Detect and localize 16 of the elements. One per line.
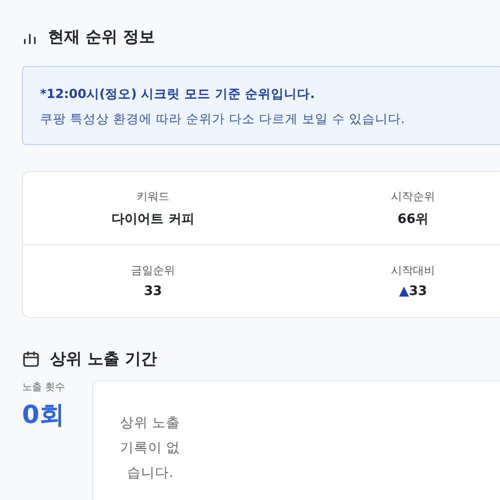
stat-value: ▲33 (398, 284, 428, 299)
stat-label: 시작대비 (391, 263, 435, 278)
stat-value: 66위 (397, 210, 429, 228)
count-label: 노출 횟수 (22, 381, 66, 394)
notice-headline: *12:00시(정오) 시크릿 모드 기준 순위입니다. (40, 86, 315, 101)
stat-value: 다이어트 커피 (112, 210, 194, 228)
calendar-icon (22, 350, 40, 368)
count-value: 0회 (22, 399, 66, 431)
stat-label: 시작순위 (391, 188, 435, 204)
notice-text: 쿠팡 특성상 환경에 따라 순위가 다소 다르게 보일 수 있습니다. (40, 111, 405, 126)
section-title: 상위 노출 기간 (50, 348, 158, 370)
stat-label: 금일순위 (131, 263, 175, 278)
stat-label: 키워드 (136, 188, 170, 204)
stat-value: 33 (144, 284, 162, 299)
section-title: 현재 순위 정보 (48, 26, 156, 48)
empty-message: 상위 노출 기록이 없습니다. (118, 414, 182, 483)
